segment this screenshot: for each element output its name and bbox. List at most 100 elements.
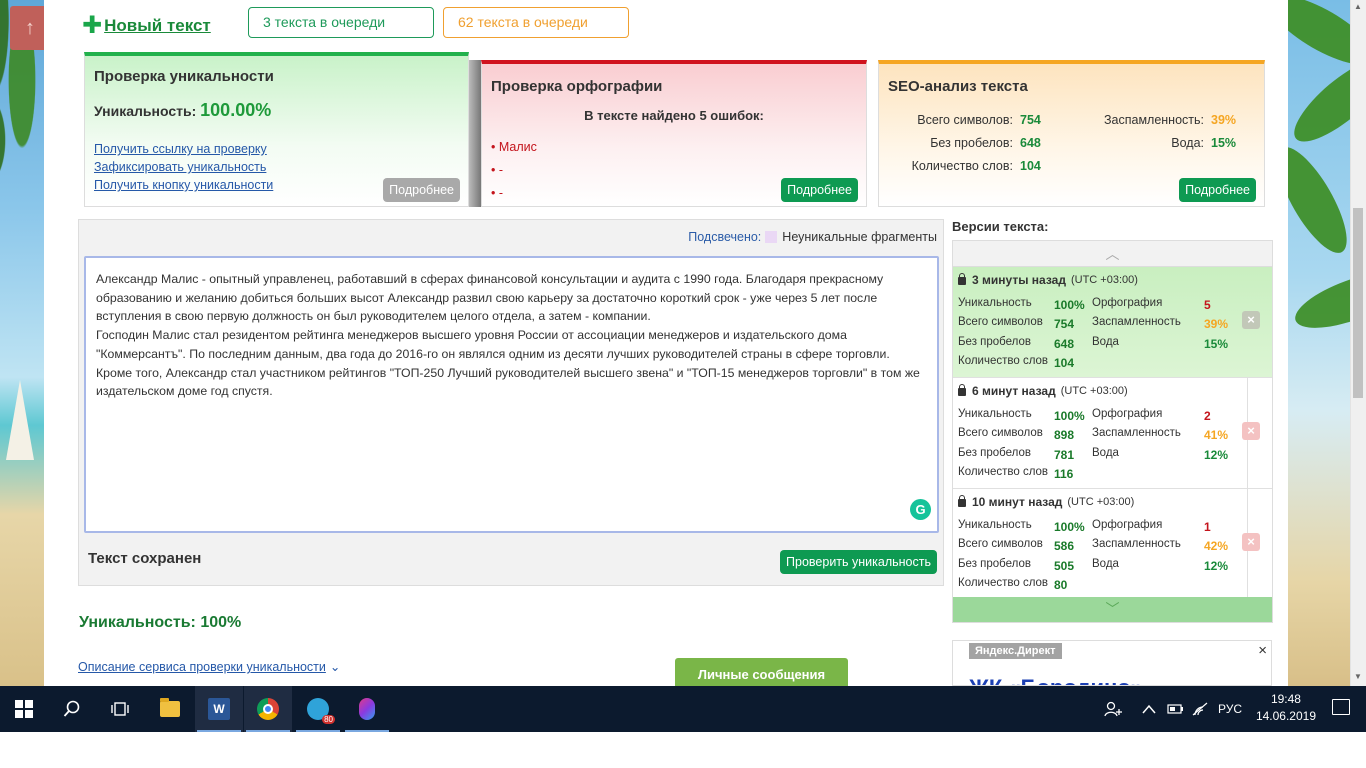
- fix-uniqueness-link[interactable]: Зафиксировать уникальность: [94, 158, 273, 176]
- version-stats-row: Количество слов 116: [958, 463, 1238, 483]
- messages-button[interactable]: Личные сообщения: [675, 658, 848, 686]
- version-stat-label: Заспамленность: [1092, 538, 1181, 551]
- new-text-control[interactable]: ✚ Новый текст: [82, 14, 211, 38]
- version-time: 10 минут назад: [972, 495, 1063, 509]
- versions-title: Версии текста:: [952, 219, 1049, 234]
- seo-left-stats: Всего символов: 754 Без пробелов: 648 Коли…: [889, 108, 1041, 177]
- system-clock[interactable]: 19:48 14.06.2019: [1256, 691, 1316, 725]
- seo-more-button[interactable]: Подробнее: [1179, 178, 1256, 202]
- spelling-error-item[interactable]: Малис: [491, 136, 537, 159]
- version-stat-label: Без пробелов: [958, 446, 1031, 459]
- spelling-error-list: Малис - -: [491, 136, 537, 205]
- version-stat-label: Без пробелов: [958, 557, 1031, 570]
- version-header: 6 минут назад (UTC +03:00): [958, 384, 1272, 398]
- seo-stat-value: 104: [1020, 158, 1041, 173]
- version-stat-label: Заспамленность: [1092, 316, 1181, 329]
- version-stat-label: Количество слов: [958, 466, 1049, 479]
- main-page: ✚ Новый текст 3 текста в очереди 62 текс…: [44, 0, 1288, 686]
- queue-orange-button[interactable]: 62 текста в очереди: [443, 7, 629, 38]
- file-explorer-icon[interactable]: [146, 686, 194, 732]
- text-paragraph: Александр Малис - опытный управленец, ра…: [96, 272, 884, 324]
- spelling-more-button[interactable]: Подробнее: [781, 178, 858, 202]
- wifi-icon[interactable]: [1192, 686, 1208, 732]
- telegram-icon[interactable]: 80: [294, 686, 342, 732]
- version-stat-label: Вода: [1092, 335, 1119, 348]
- ad-banner[interactable]: Яндекс.Директ × ЖК «Бородино»: [952, 640, 1272, 686]
- uniqueness-result: Уникальность: 100%: [79, 614, 242, 631]
- scroll-up-arrow-icon[interactable]: ▲: [1353, 2, 1363, 12]
- seo-stat-row: Всего символов: 754: [889, 108, 1041, 131]
- close-icon[interactable]: ×: [1258, 642, 1267, 659]
- version-stat-value: 80: [1054, 578, 1068, 593]
- version-stat-value: 100%: [1054, 297, 1085, 312]
- version-stat-value: 15%: [1204, 336, 1229, 351]
- version-stat-value: 12%: [1204, 447, 1229, 462]
- version-stats: Уникальность 100% Орфография 1 Всего символ…: [958, 515, 1238, 593]
- queue-green-button[interactable]: 3 текста в очереди: [248, 7, 434, 38]
- spelling-summary: В тексте найдено 5 ошибок:: [584, 108, 764, 123]
- seo-spam-value: 39%: [1211, 112, 1237, 127]
- check-uniqueness-button[interactable]: Проверить уникальность: [780, 550, 937, 574]
- search-icon[interactable]: [48, 686, 96, 732]
- chevron-up-icon[interactable]: [1142, 686, 1156, 732]
- version-stat-label: Всего символов: [958, 538, 1043, 551]
- seo-water-value: 15%: [1211, 135, 1237, 150]
- version-stat-label: Вода: [1092, 446, 1119, 459]
- lock-icon: [958, 273, 966, 285]
- version-stat-label: Уникальность: [958, 407, 1032, 420]
- text-paragraph: Господин Малис стал резидентом рейтинга …: [96, 328, 920, 399]
- version-stat-value: 5: [1204, 297, 1211, 312]
- ad-title[interactable]: ЖК «Бородино»: [969, 675, 1143, 685]
- versions-scroll-down-icon[interactable]: ﹀: [953, 597, 1272, 622]
- delete-version-icon[interactable]: ×: [1242, 533, 1260, 551]
- uniqueness-value: 100.00%: [200, 100, 272, 120]
- spelling-error-item[interactable]: -: [491, 182, 537, 205]
- version-header: 10 минут назад (UTC +03:00): [958, 495, 1272, 509]
- version-time: 3 минуты назад: [972, 273, 1066, 287]
- panel-divider: [469, 60, 481, 207]
- get-check-link[interactable]: Получить ссылку на проверку: [94, 140, 273, 158]
- version-header: 3 минуты назад (UTC +03:00): [958, 273, 1272, 287]
- version-stat-label: Без пробелов: [958, 335, 1031, 348]
- service-description-link[interactable]: Описание сервиса проверки уникальности ⌄: [78, 659, 340, 674]
- battery-icon[interactable]: [1166, 686, 1184, 732]
- version-stat-label: Количество слов: [958, 577, 1049, 590]
- version-stat-value: 2: [1204, 408, 1211, 423]
- spelling-error-item[interactable]: -: [491, 159, 537, 182]
- spelling-panel: Проверка орфографии В тексте найдено 5 о…: [481, 60, 867, 207]
- version-stat-value: 754: [1054, 317, 1075, 332]
- version-timezone: (UTC +03:00): [1067, 496, 1135, 508]
- versions-list: ︿ 3 минуты назад (UTC +03:00) Уникальност…: [952, 240, 1273, 623]
- version-stats-row: Всего символов 754 Заспамленность 39%: [958, 313, 1238, 333]
- windows-taskbar: W 80 РУС 19:48 14.06.2019: [0, 686, 1366, 732]
- text-editor[interactable]: Александр Малис - опытный управленец, ра…: [84, 256, 939, 533]
- version-stat-label: Количество слов: [958, 355, 1049, 368]
- language-indicator[interactable]: РУС: [1218, 686, 1242, 732]
- version-item[interactable]: 3 минуты назад (UTC +03:00) Уникальность 1…: [953, 267, 1272, 378]
- windows-logo-icon: [15, 700, 33, 718]
- scroll-thumb[interactable]: [1353, 208, 1363, 398]
- version-stat-value: 12%: [1204, 558, 1229, 573]
- scroll-down-arrow-icon[interactable]: ▼: [1353, 672, 1363, 682]
- version-stat-value: 104: [1054, 356, 1075, 371]
- delete-version-icon[interactable]: ×: [1242, 422, 1260, 440]
- start-button[interactable]: [0, 686, 48, 732]
- version-item[interactable]: 6 минут назад (UTC +03:00) Уникальность 10…: [953, 378, 1272, 489]
- page-scrollbar[interactable]: ▲ ▼: [1350, 0, 1366, 686]
- notification-center-icon[interactable]: [1332, 699, 1350, 715]
- new-text-link[interactable]: Новый текст: [104, 16, 211, 36]
- uniqueness-label: Уникальность:: [94, 103, 197, 119]
- chrome-icon[interactable]: [244, 686, 292, 732]
- version-item[interactable]: 10 минут назад (UTC +03:00) Уникальность 1…: [953, 489, 1272, 600]
- version-stat-value: 100%: [1054, 408, 1085, 423]
- get-uniqueness-button-link[interactable]: Получить кнопку уникальности: [94, 176, 273, 194]
- maps-icon[interactable]: [343, 686, 391, 732]
- grammarly-icon[interactable]: G: [910, 499, 931, 520]
- people-icon[interactable]: [1104, 686, 1122, 732]
- versions-scroll-up-icon[interactable]: ︿: [953, 241, 1272, 267]
- lock-icon: [958, 384, 966, 396]
- task-view-icon[interactable]: [96, 686, 144, 732]
- uniqueness-more-button[interactable]: Подробнее: [383, 178, 460, 202]
- delete-version-icon[interactable]: ×: [1242, 311, 1260, 329]
- word-icon[interactable]: W: [195, 686, 243, 732]
